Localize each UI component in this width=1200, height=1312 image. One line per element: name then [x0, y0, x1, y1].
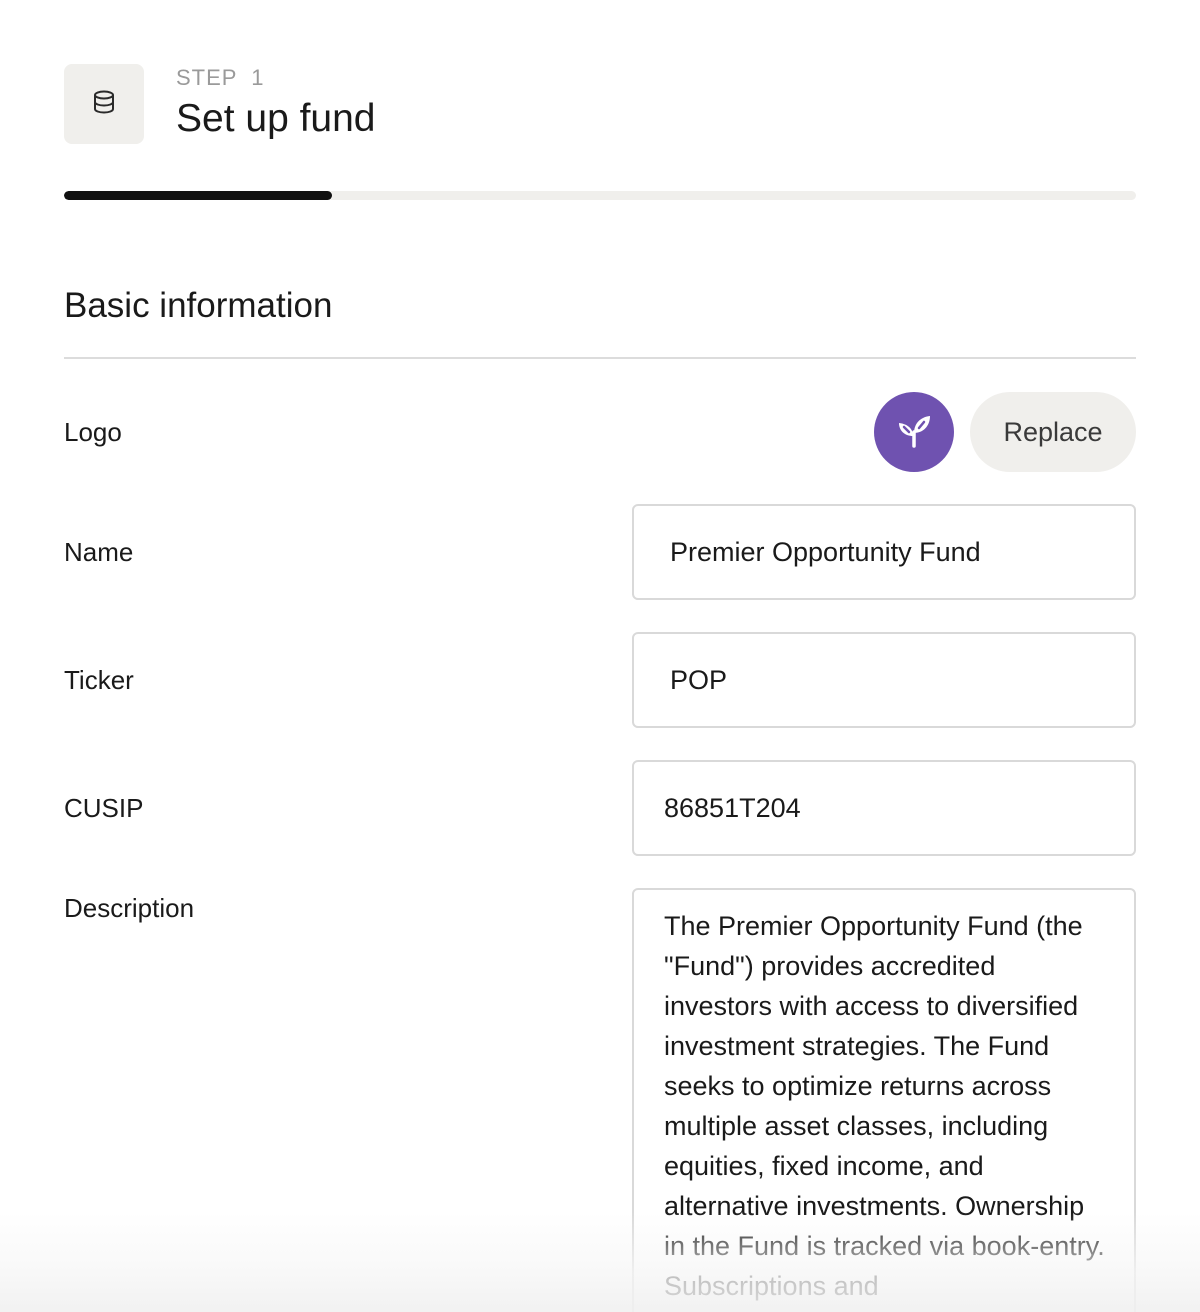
step-icon-box	[64, 64, 144, 144]
ticker-label: Ticker	[64, 665, 134, 695]
cusip-label: CUSIP	[64, 793, 144, 823]
fund-logo	[874, 392, 954, 472]
progress-bar	[64, 191, 1136, 200]
replace-logo-button[interactable]: Replace	[970, 392, 1136, 472]
section-divider	[64, 357, 1136, 359]
name-label: Name	[64, 537, 134, 567]
step-text: STEP 1 Set up fund	[176, 64, 376, 144]
description-textarea[interactable]: The Premier Opportunity Fund (the "Fund"…	[632, 888, 1136, 1312]
ticker-input[interactable]	[632, 632, 1136, 728]
description-label: Description	[64, 893, 195, 923]
fund-setup-page: STEP 1 Set up fund Basic information Log…	[0, 0, 1200, 1312]
step-label: STEP 1	[176, 65, 265, 90]
logo-label: Logo	[64, 417, 122, 447]
cusip-input[interactable]	[632, 760, 1136, 856]
progress-bar-fill	[64, 191, 332, 200]
page-title: Set up fund	[176, 97, 376, 140]
step-header: STEP 1 Set up fund	[64, 64, 376, 144]
database-icon	[90, 88, 118, 121]
name-input[interactable]	[632, 504, 1136, 600]
section-title: Basic information	[64, 286, 333, 325]
sprout-icon	[890, 406, 938, 459]
